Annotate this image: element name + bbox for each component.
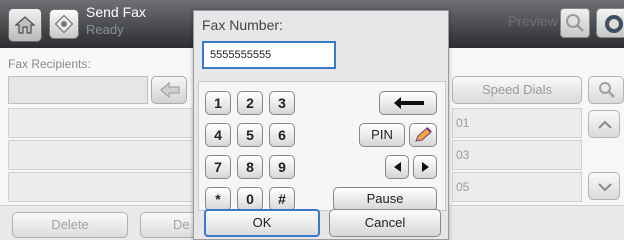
- app-title: Send Fax: [86, 4, 146, 20]
- key-8[interactable]: 8: [237, 155, 263, 179]
- key-2[interactable]: 2: [237, 91, 263, 115]
- backspace-button[interactable]: [379, 91, 437, 115]
- speed-dial-item[interactable]: 05: [452, 172, 582, 202]
- pause-button[interactable]: Pause: [333, 187, 437, 211]
- recipient-field[interactable]: [8, 76, 148, 104]
- home-button[interactable]: [8, 8, 42, 42]
- speed-dial-item[interactable]: 03: [452, 140, 582, 170]
- backspace-recipient-button[interactable]: [151, 76, 187, 104]
- fax-number-dialog: Fax Number: 5555555555 1 2 3 4 5 6 7 8 9…: [193, 10, 449, 240]
- cursor-right-button[interactable]: [413, 155, 437, 179]
- key-star[interactable]: *: [205, 187, 231, 211]
- arrow-left-icon: [160, 81, 180, 99]
- keypad-area: 1 2 3 4 5 6 7 8 9 * 0 # PIN Pause: [198, 81, 446, 211]
- magnifier-icon: [566, 14, 584, 32]
- key-0[interactable]: 0: [237, 187, 263, 211]
- scroll-down-button[interactable]: [588, 172, 620, 200]
- cancel-button[interactable]: Cancel: [329, 209, 441, 237]
- fax-icon: [54, 14, 74, 34]
- help-button[interactable]: [596, 8, 624, 38]
- key-5[interactable]: 5: [237, 123, 263, 147]
- search-icon: [599, 82, 615, 98]
- preview-button[interactable]: [560, 8, 590, 38]
- app-status: Ready: [86, 22, 124, 37]
- chevron-up-icon: [598, 120, 612, 129]
- key-4[interactable]: 4: [205, 123, 231, 147]
- ok-button[interactable]: OK: [204, 209, 320, 237]
- key-1[interactable]: 1: [205, 91, 231, 115]
- preview-label: Preview: [508, 13, 558, 29]
- dialog-title: Fax Number:: [202, 17, 283, 33]
- triangle-left-icon: [394, 162, 401, 172]
- key-hash[interactable]: #: [269, 187, 295, 211]
- pencil-icon: [415, 127, 432, 142]
- pin-button[interactable]: PIN: [359, 123, 405, 147]
- key-6[interactable]: 6: [269, 123, 295, 147]
- triangle-right-icon: [422, 162, 429, 172]
- home-icon: [14, 16, 36, 34]
- fax-app-icon: [49, 9, 79, 39]
- fax-number-input[interactable]: 5555555555: [202, 41, 336, 69]
- speed-dial-item[interactable]: 01: [452, 108, 582, 138]
- scroll-up-button[interactable]: [588, 110, 620, 138]
- key-9[interactable]: 9: [269, 155, 295, 179]
- cursor-left-button[interactable]: [385, 155, 409, 179]
- speed-dials-button[interactable]: Speed Dials: [452, 76, 582, 104]
- help-icon: [605, 15, 623, 33]
- key-7[interactable]: 7: [205, 155, 231, 179]
- chevron-down-icon: [598, 183, 612, 192]
- search-button[interactable]: [588, 76, 624, 104]
- fax-recipients-label: Fax Recipients:: [8, 57, 91, 71]
- delete-button[interactable]: Delete: [12, 212, 128, 238]
- key-3[interactable]: 3: [269, 91, 295, 115]
- pin-edit-button[interactable]: [409, 123, 437, 147]
- backspace-arrow-icon: [394, 97, 424, 109]
